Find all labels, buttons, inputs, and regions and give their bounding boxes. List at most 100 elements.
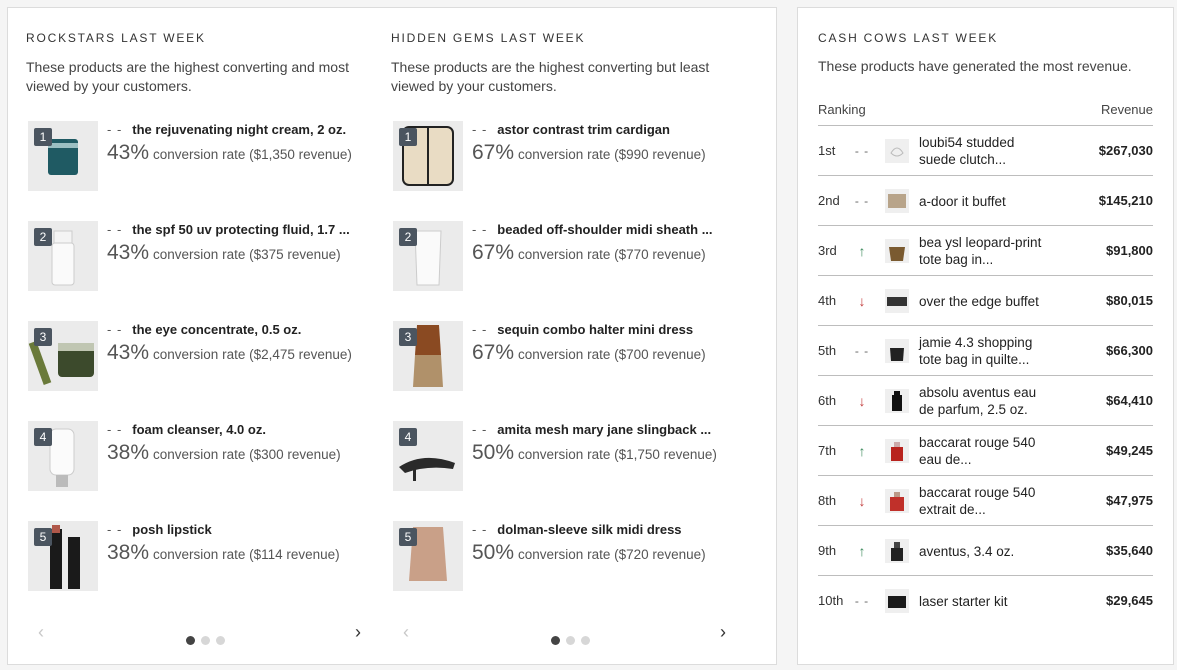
product-thumbnail: 3	[393, 321, 463, 391]
conversion-detail: conversion rate ($2,475 revenue)	[153, 347, 352, 362]
table-row[interactable]: 5th - - jamie 4.3 shopping tote bag in q…	[818, 326, 1153, 376]
chevron-right-icon[interactable]: ›	[355, 622, 361, 643]
product-item[interactable]: 5 - - posh lipstick 38% conversion rate ($…	[26, 521, 371, 593]
section-description: These products are the highest convertin…	[391, 59, 710, 94]
revenue-value: $29,645	[1106, 593, 1153, 608]
conversion-detail: conversion rate ($1,350 revenue)	[153, 147, 352, 162]
table-row[interactable]: 3rd ↑ bea ysl leopard-print tote bag in.…	[818, 226, 1153, 276]
rank-badge: 1	[399, 128, 417, 146]
product-thumbnail: 5	[393, 521, 463, 591]
conversion-percent: 67%	[472, 241, 515, 264]
product-name: aventus, 3.4 oz.	[919, 543, 1015, 559]
product-thumbnail	[885, 189, 909, 213]
revenue-value: $91,800	[1106, 243, 1153, 258]
arrow-up-icon: ↑	[858, 543, 866, 559]
product-thumbnail	[885, 289, 909, 313]
table-row[interactable]: 8th ↓ baccarat rouge 540 extrait de... $…	[818, 476, 1153, 526]
table-row[interactable]: 4th ↓ over the edge buffet $80,015	[818, 276, 1153, 326]
product-name: astor contrast trim cardigan	[497, 122, 670, 137]
trend-indicator: - -	[107, 322, 123, 337]
product-item[interactable]: 1 - - astor contrast trim cardigan 67% con…	[391, 121, 736, 193]
page-dot[interactable]	[201, 636, 210, 645]
trend-indicator: - -	[472, 422, 488, 437]
arrow-up-icon: ↑	[858, 443, 866, 459]
section-title: ROCKSTARS LAST WEEK	[26, 31, 206, 45]
product-thumbnail: 1	[28, 121, 98, 191]
chevron-right-icon[interactable]: ›	[720, 622, 726, 643]
page-dot[interactable]	[551, 636, 560, 645]
table-row[interactable]: 10th - - laser starter kit $29,645	[818, 576, 1153, 626]
page-dot[interactable]	[216, 636, 225, 645]
table-row[interactable]: 6th ↓ absolu aventus eau de parfum, 2.5 …	[818, 376, 1153, 426]
rank-badge: 2	[34, 228, 52, 246]
top-products-card: ROCKSTARS LAST WEEK These products are t…	[7, 7, 777, 665]
chevron-left-icon[interactable]: ‹	[38, 622, 44, 643]
section-description: These products are the highest convertin…	[26, 59, 349, 94]
product-name: posh lipstick	[132, 522, 212, 537]
revenue-value: $145,210	[1098, 193, 1153, 208]
conversion-detail: conversion rate ($1,750 revenue)	[518, 447, 717, 462]
cash-cows-card: CASH COWS LAST WEEK These products have …	[797, 7, 1174, 665]
conversion-detail: conversion rate ($990 revenue)	[518, 147, 706, 162]
ranking-header: Ranking	[818, 102, 866, 117]
product-item[interactable]: 4 - - amita mesh mary jane slingback ... …	[391, 421, 736, 493]
product-thumbnail	[885, 239, 909, 263]
table-row[interactable]: 7th ↑ baccarat rouge 540 eau de... $49,2…	[818, 426, 1153, 476]
product-item[interactable]: 2 - - the spf 50 uv protecting fluid, 1.7…	[26, 221, 371, 293]
trend-indicator: - -	[472, 522, 488, 537]
product-name: a-door it buffet	[919, 193, 1006, 209]
trend-flat-icon: - -	[854, 144, 870, 158]
revenue-header: Revenue	[1100, 102, 1153, 117]
product-thumbnail	[885, 589, 909, 613]
product-item[interactable]: 2 - - beaded off-shoulder midi sheath ...…	[391, 221, 736, 293]
product-thumbnail	[885, 389, 909, 413]
revenue-value: $47,975	[1106, 493, 1153, 508]
conversion-percent: 50%	[472, 441, 515, 464]
product-item[interactable]: 4 - - foam cleanser, 4.0 oz. 38% conversio…	[26, 421, 371, 493]
arrow-down-icon: ↓	[858, 293, 866, 309]
arrow-down-icon: ↓	[858, 493, 866, 509]
revenue-value: $80,015	[1106, 293, 1153, 308]
product-item[interactable]: 1 - - the rejuvenating night cream, 2 oz.…	[26, 121, 371, 193]
trend-flat-icon: - -	[854, 344, 870, 358]
conversion-detail: conversion rate ($300 revenue)	[153, 447, 341, 462]
trend-indicator: - -	[107, 122, 123, 137]
table-row[interactable]: 2nd - - a-door it buffet $145,210	[818, 176, 1153, 226]
hidden-gems-pager: ‹ ›	[391, 618, 736, 648]
rank-label: 7th	[818, 443, 837, 458]
product-thumbnail	[885, 339, 909, 363]
product-thumbnail	[885, 139, 909, 163]
product-item[interactable]: 3 - - sequin combo halter mini dress 67% c…	[391, 321, 736, 393]
arrow-up-icon: ↑	[858, 243, 866, 259]
conversion-percent: 38%	[107, 541, 150, 564]
arrow-down-icon: ↓	[858, 393, 866, 409]
section-title: HIDDEN GEMS LAST WEEK	[391, 31, 586, 45]
product-name: loubi54 studded suede clutch...	[919, 135, 1015, 167]
product-name: amita mesh mary jane slingback ...	[497, 422, 712, 437]
conversion-percent: 67%	[472, 141, 515, 164]
revenue-value: $66,300	[1106, 343, 1153, 358]
product-name: beaded off-shoulder midi sheath ...	[497, 222, 713, 237]
rank-badge: 5	[399, 528, 417, 546]
rank-badge: 4	[34, 428, 52, 446]
trend-indicator: - -	[472, 122, 488, 137]
rank-badge: 4	[399, 428, 417, 446]
product-item[interactable]: 3 - - the eye concentrate, 0.5 oz. 43% con…	[26, 321, 371, 393]
trend-indicator: - -	[107, 222, 123, 237]
page-dot[interactable]	[186, 636, 195, 645]
page-dot[interactable]	[581, 636, 590, 645]
product-item[interactable]: 5 - - dolman-sleeve silk midi dress 50% co…	[391, 521, 736, 593]
conversion-percent: 43%	[107, 241, 150, 264]
chevron-left-icon[interactable]: ‹	[403, 622, 409, 643]
table-header: Ranking Revenue	[818, 102, 1153, 126]
rank-badge: 5	[34, 528, 52, 546]
product-thumbnail: 4	[28, 421, 98, 491]
rank-badge: 3	[399, 328, 417, 346]
table-row[interactable]: 9th ↑ aventus, 3.4 oz. $35,640	[818, 526, 1153, 576]
rockstars-pager: ‹ ›	[26, 618, 371, 648]
revenue-value: $267,030	[1098, 143, 1153, 158]
pagination-dots	[551, 632, 596, 650]
page-dot[interactable]	[566, 636, 575, 645]
table-row[interactable]: 1st - - loubi54 studded suede clutch... …	[818, 126, 1153, 176]
product-name: foam cleanser, 4.0 oz.	[132, 422, 266, 437]
